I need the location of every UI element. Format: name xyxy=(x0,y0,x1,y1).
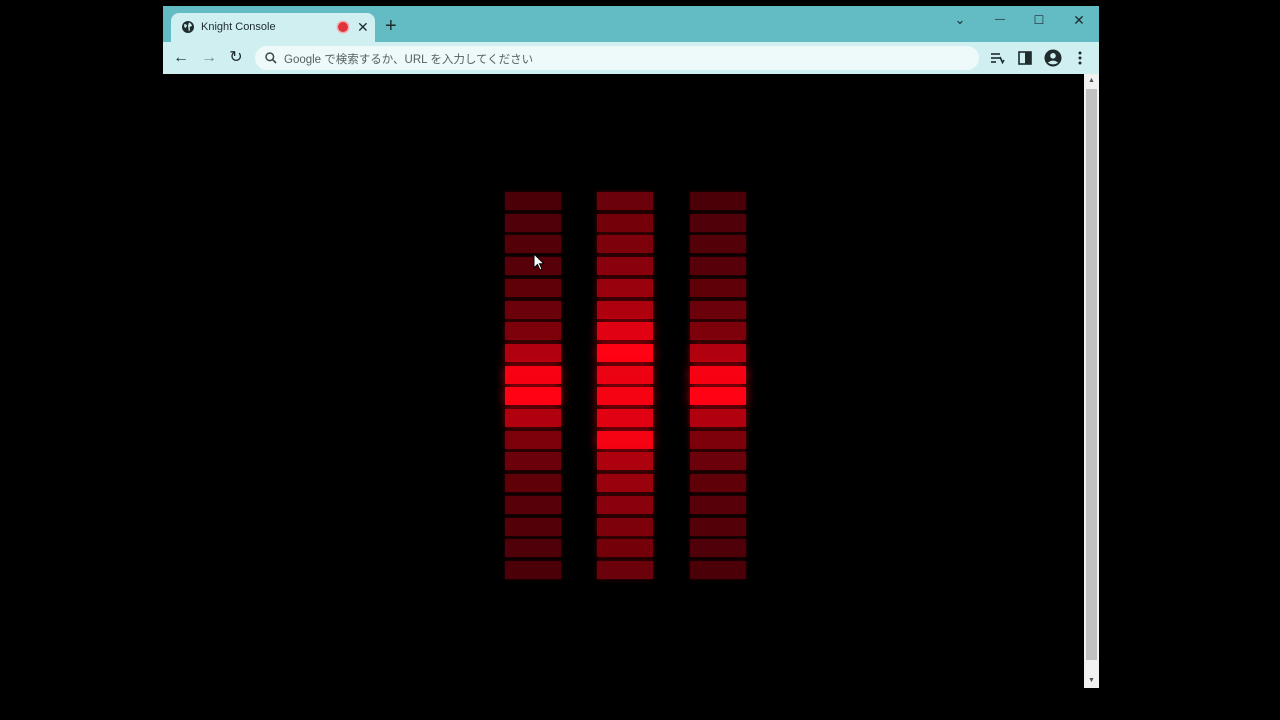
meter-segment xyxy=(505,452,561,471)
recording-indicator-icon xyxy=(338,22,348,32)
meter-segment xyxy=(505,322,561,341)
scrollbar-thumb[interactable] xyxy=(1086,89,1097,660)
meter-segment xyxy=(597,300,653,319)
meter-segment xyxy=(690,560,746,579)
meter-segment xyxy=(505,539,561,558)
omnibox[interactable]: Google で検索するか、URL を入力してください xyxy=(255,46,979,70)
meter-segment xyxy=(505,278,561,297)
meter-segment xyxy=(505,387,561,406)
meter-segment xyxy=(597,235,653,254)
toolbar: ← → ↻ Google で検索するか、URL を入力してください xyxy=(163,42,1099,74)
meter-segment xyxy=(690,517,746,536)
meter-segment xyxy=(505,409,561,427)
meter-segment xyxy=(597,322,653,341)
meter-segment xyxy=(505,474,561,493)
meter-segment xyxy=(505,235,561,254)
meter-segment xyxy=(690,539,746,558)
reading-list-icon[interactable] xyxy=(987,48,1007,68)
meter-segment xyxy=(597,430,653,449)
meter-segment xyxy=(690,343,746,362)
meter-segment xyxy=(505,430,561,449)
meter-segment xyxy=(690,452,746,471)
meter-segment xyxy=(597,474,653,493)
meter-segment xyxy=(690,235,746,254)
meter-segment xyxy=(597,365,653,384)
meter-segment xyxy=(690,257,746,276)
meter-segment xyxy=(597,278,653,297)
meter-segment xyxy=(505,300,561,319)
meter-segment xyxy=(597,213,653,232)
search-icon xyxy=(265,52,277,64)
meter-segment xyxy=(505,192,561,210)
tab-knight-console[interactable]: Knight Console ✕ xyxy=(171,13,375,42)
meter-segment xyxy=(597,539,653,558)
omnibox-placeholder: Google で検索するか、URL を入力してください xyxy=(284,54,534,66)
meter-segment xyxy=(505,560,561,579)
meter-segment xyxy=(505,517,561,536)
meter-segment xyxy=(597,343,653,362)
meter-segment xyxy=(690,322,746,341)
vertical-scrollbar[interactable]: ▲ ▼ xyxy=(1084,74,1099,688)
tab-search-button[interactable]: ⌄ xyxy=(950,12,970,28)
browser-window: Knight Console ✕ + ⌄ — ☐ ✕ ← → ↻ Google … xyxy=(163,6,1099,688)
side-panel-icon[interactable] xyxy=(1015,48,1035,68)
new-tab-button[interactable]: + xyxy=(385,16,397,36)
globe-icon xyxy=(182,21,194,33)
meter-segment xyxy=(597,192,653,210)
meter-segment xyxy=(690,474,746,493)
meter-segment xyxy=(690,430,746,449)
meter-segment xyxy=(690,409,746,427)
tab-close-icon[interactable]: ✕ xyxy=(357,19,369,35)
window-close-button[interactable]: ✕ xyxy=(1069,12,1089,28)
more-menu-icon[interactable] xyxy=(1070,48,1090,68)
meter-segment xyxy=(505,213,561,232)
mouse-cursor-icon xyxy=(533,253,546,271)
meter-segment xyxy=(597,409,653,427)
meter-segment xyxy=(597,452,653,471)
page-content xyxy=(163,74,1084,688)
title-bar: Knight Console ✕ + ⌄ — ☐ ✕ xyxy=(163,6,1099,42)
meter-segment xyxy=(597,257,653,276)
meter-segment xyxy=(690,495,746,514)
meter-segment xyxy=(505,343,561,362)
meter-segment xyxy=(597,560,653,579)
meter-segment xyxy=(505,495,561,514)
meter-segment xyxy=(690,278,746,297)
meter-segment xyxy=(690,300,746,319)
forward-button[interactable]: → xyxy=(199,48,219,68)
reload-button[interactable]: ↻ xyxy=(226,48,246,68)
meter-segment xyxy=(505,365,561,384)
meter-segment xyxy=(597,495,653,514)
meter-segment xyxy=(690,213,746,232)
meter-segment xyxy=(690,365,746,384)
profile-icon[interactable] xyxy=(1043,48,1063,68)
tab-title: Knight Console xyxy=(201,21,276,33)
meter-segment xyxy=(597,387,653,406)
meter-segment xyxy=(690,192,746,210)
back-button[interactable]: ← xyxy=(171,48,191,68)
meter-segment xyxy=(690,387,746,406)
meter-segment xyxy=(597,517,653,536)
scroll-down-icon[interactable]: ▼ xyxy=(1084,674,1099,688)
scroll-up-icon[interactable]: ▲ xyxy=(1084,74,1099,88)
maximize-button[interactable]: ☐ xyxy=(1029,12,1049,28)
minimize-button[interactable]: — xyxy=(990,12,1010,28)
